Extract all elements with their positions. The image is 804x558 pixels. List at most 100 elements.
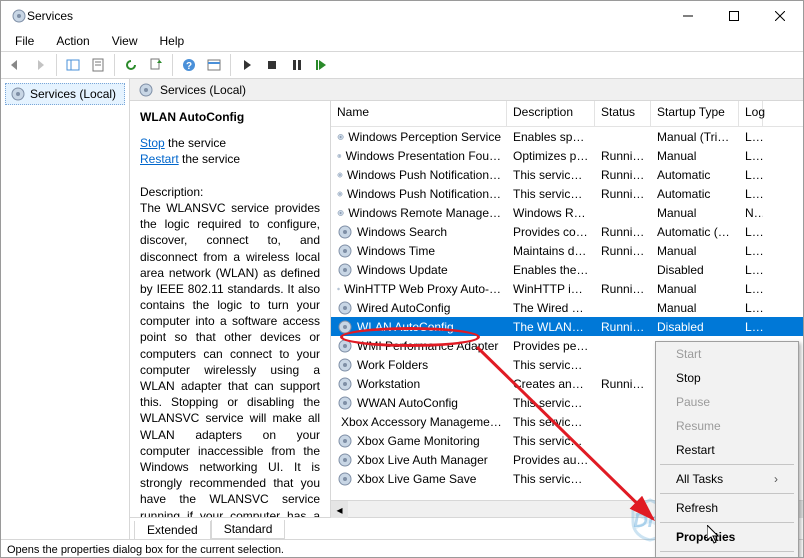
gear-icon bbox=[337, 452, 353, 468]
refresh-button[interactable] bbox=[119, 53, 143, 77]
gear-icon bbox=[337, 205, 344, 221]
service-description: The WLANS… bbox=[507, 320, 595, 334]
menu-view[interactable]: View bbox=[104, 32, 146, 50]
service-row[interactable]: Windows Push Notification…This service …… bbox=[331, 165, 803, 184]
status-text: Opens the properties dialog box for the … bbox=[7, 544, 284, 556]
service-logon: Loc bbox=[739, 282, 763, 296]
service-logon: Loc bbox=[739, 301, 763, 315]
nav-services-local[interactable]: Services (Local) bbox=[5, 83, 125, 105]
gear-icon bbox=[337, 186, 343, 202]
selected-service-name: WLAN AutoConfig bbox=[140, 109, 320, 125]
service-row[interactable]: Windows Push Notification…This service …… bbox=[331, 184, 803, 203]
restart-service-button[interactable] bbox=[310, 53, 334, 77]
col-log[interactable]: Log bbox=[739, 101, 763, 126]
service-description: Windows R… bbox=[507, 206, 595, 220]
service-startup: Manual bbox=[651, 282, 739, 296]
toolbar: ? bbox=[1, 51, 803, 79]
col-name[interactable]: Name bbox=[331, 101, 507, 126]
col-status[interactable]: Status bbox=[595, 101, 651, 126]
restart-suffix: the service bbox=[179, 152, 240, 166]
start-service-button[interactable] bbox=[235, 53, 259, 77]
properties-button[interactable] bbox=[86, 53, 110, 77]
col-description[interactable]: Description bbox=[507, 101, 595, 126]
ctx-all-tasks[interactable]: All Tasks bbox=[656, 467, 798, 491]
service-name: Windows Search bbox=[357, 225, 447, 239]
service-row[interactable]: Windows TimeMaintains d…RunningManualLoc bbox=[331, 241, 803, 260]
description-panel: WLAN AutoConfig Stop the service Restart… bbox=[130, 101, 330, 517]
service-startup: Manual (Trig… bbox=[651, 130, 739, 144]
service-row[interactable]: Windows Presentation Fou…Optimizes p…Run… bbox=[331, 146, 803, 165]
service-name: Windows Perception Service bbox=[348, 130, 501, 144]
gear-icon bbox=[337, 395, 353, 411]
menu-help[interactable]: Help bbox=[152, 32, 193, 50]
service-name: Windows Presentation Fou… bbox=[346, 149, 501, 163]
gear-icon bbox=[337, 357, 353, 373]
tab-standard[interactable]: Standard bbox=[211, 520, 286, 539]
service-name: Workstation bbox=[357, 377, 420, 391]
stop-link[interactable]: Stop bbox=[140, 136, 165, 150]
ctx-properties[interactable]: Properties bbox=[656, 525, 798, 549]
title-bar: Services bbox=[1, 1, 803, 31]
service-logon: Loc bbox=[739, 168, 763, 182]
ctx-refresh[interactable]: Refresh bbox=[656, 496, 798, 520]
gear-icon bbox=[337, 167, 343, 183]
service-row[interactable]: Windows Remote Manage…Windows R…ManualNe… bbox=[331, 203, 803, 222]
service-logon: Loc bbox=[739, 320, 763, 334]
forward-button[interactable] bbox=[28, 53, 52, 77]
menu-action[interactable]: Action bbox=[48, 32, 97, 50]
service-name: WWAN AutoConfig bbox=[357, 396, 458, 410]
service-row[interactable]: Windows UpdateEnables the …DisabledLoc bbox=[331, 260, 803, 279]
ctx-stop[interactable]: Stop bbox=[656, 366, 798, 390]
service-startup: Disabled bbox=[651, 320, 739, 334]
ctx-restart[interactable]: Restart bbox=[656, 438, 798, 462]
service-description: The Wired … bbox=[507, 301, 595, 315]
service-status: Running bbox=[595, 282, 651, 296]
service-status: Running bbox=[595, 149, 651, 163]
gear-icon bbox=[337, 338, 353, 354]
show-hide-tree-button[interactable] bbox=[61, 53, 85, 77]
service-row[interactable]: WLAN AutoConfigThe WLANS…RunningDisabled… bbox=[331, 317, 803, 336]
service-logon: Loc bbox=[739, 130, 763, 144]
restart-link[interactable]: Restart bbox=[140, 152, 179, 166]
ctx-separator bbox=[660, 522, 794, 523]
gear-icon bbox=[337, 300, 353, 316]
minimize-button[interactable] bbox=[665, 1, 711, 31]
service-name: Xbox Accessory Manageme… bbox=[341, 415, 502, 429]
help-button[interactable]: ? bbox=[177, 53, 201, 77]
service-description: Enables the … bbox=[507, 263, 595, 277]
close-button[interactable] bbox=[757, 1, 803, 31]
service-startup: Automatic bbox=[651, 187, 739, 201]
service-name: Windows Push Notification… bbox=[347, 168, 501, 182]
context-menu: StartStopPauseResumeRestartAll TasksRefr… bbox=[655, 341, 799, 558]
columns-button[interactable] bbox=[202, 53, 226, 77]
service-name: Work Folders bbox=[357, 358, 428, 372]
pause-service-button[interactable] bbox=[285, 53, 309, 77]
back-button[interactable] bbox=[3, 53, 27, 77]
scroll-left-button[interactable]: ◂ bbox=[331, 501, 348, 518]
menu-bar: File Action View Help bbox=[1, 31, 803, 51]
tab-extended[interactable]: Extended bbox=[134, 521, 211, 539]
service-description: This service … bbox=[507, 396, 595, 410]
service-startup: Automatic (D… bbox=[651, 225, 739, 239]
ctx-separator bbox=[660, 551, 794, 552]
service-name: Wired AutoConfig bbox=[357, 301, 450, 315]
col-startup[interactable]: Startup Type bbox=[651, 101, 739, 126]
service-status: Running bbox=[595, 225, 651, 239]
service-row[interactable]: Windows Perception ServiceEnables spa…Ma… bbox=[331, 127, 803, 146]
menu-file[interactable]: File bbox=[7, 32, 42, 50]
service-startup: Manual bbox=[651, 244, 739, 258]
service-logon: Loc bbox=[739, 149, 763, 163]
service-row[interactable]: WinHTTP Web Proxy Auto-…WinHTTP i…Runnin… bbox=[331, 279, 803, 298]
service-row[interactable]: Windows SearchProvides co…RunningAutomat… bbox=[331, 222, 803, 241]
ctx-separator bbox=[660, 493, 794, 494]
maximize-button[interactable] bbox=[711, 1, 757, 31]
gear-icon bbox=[337, 433, 353, 449]
service-row[interactable]: Wired AutoConfigThe Wired …ManualLoc bbox=[331, 298, 803, 317]
content-header-label: Services (Local) bbox=[160, 83, 246, 97]
service-status: Running bbox=[595, 244, 651, 258]
gear-icon bbox=[337, 224, 353, 240]
description-text: The WLANSVC service provides the logic r… bbox=[140, 200, 320, 517]
service-logon: Net bbox=[739, 206, 763, 220]
stop-service-button[interactable] bbox=[260, 53, 284, 77]
export-button[interactable] bbox=[144, 53, 168, 77]
